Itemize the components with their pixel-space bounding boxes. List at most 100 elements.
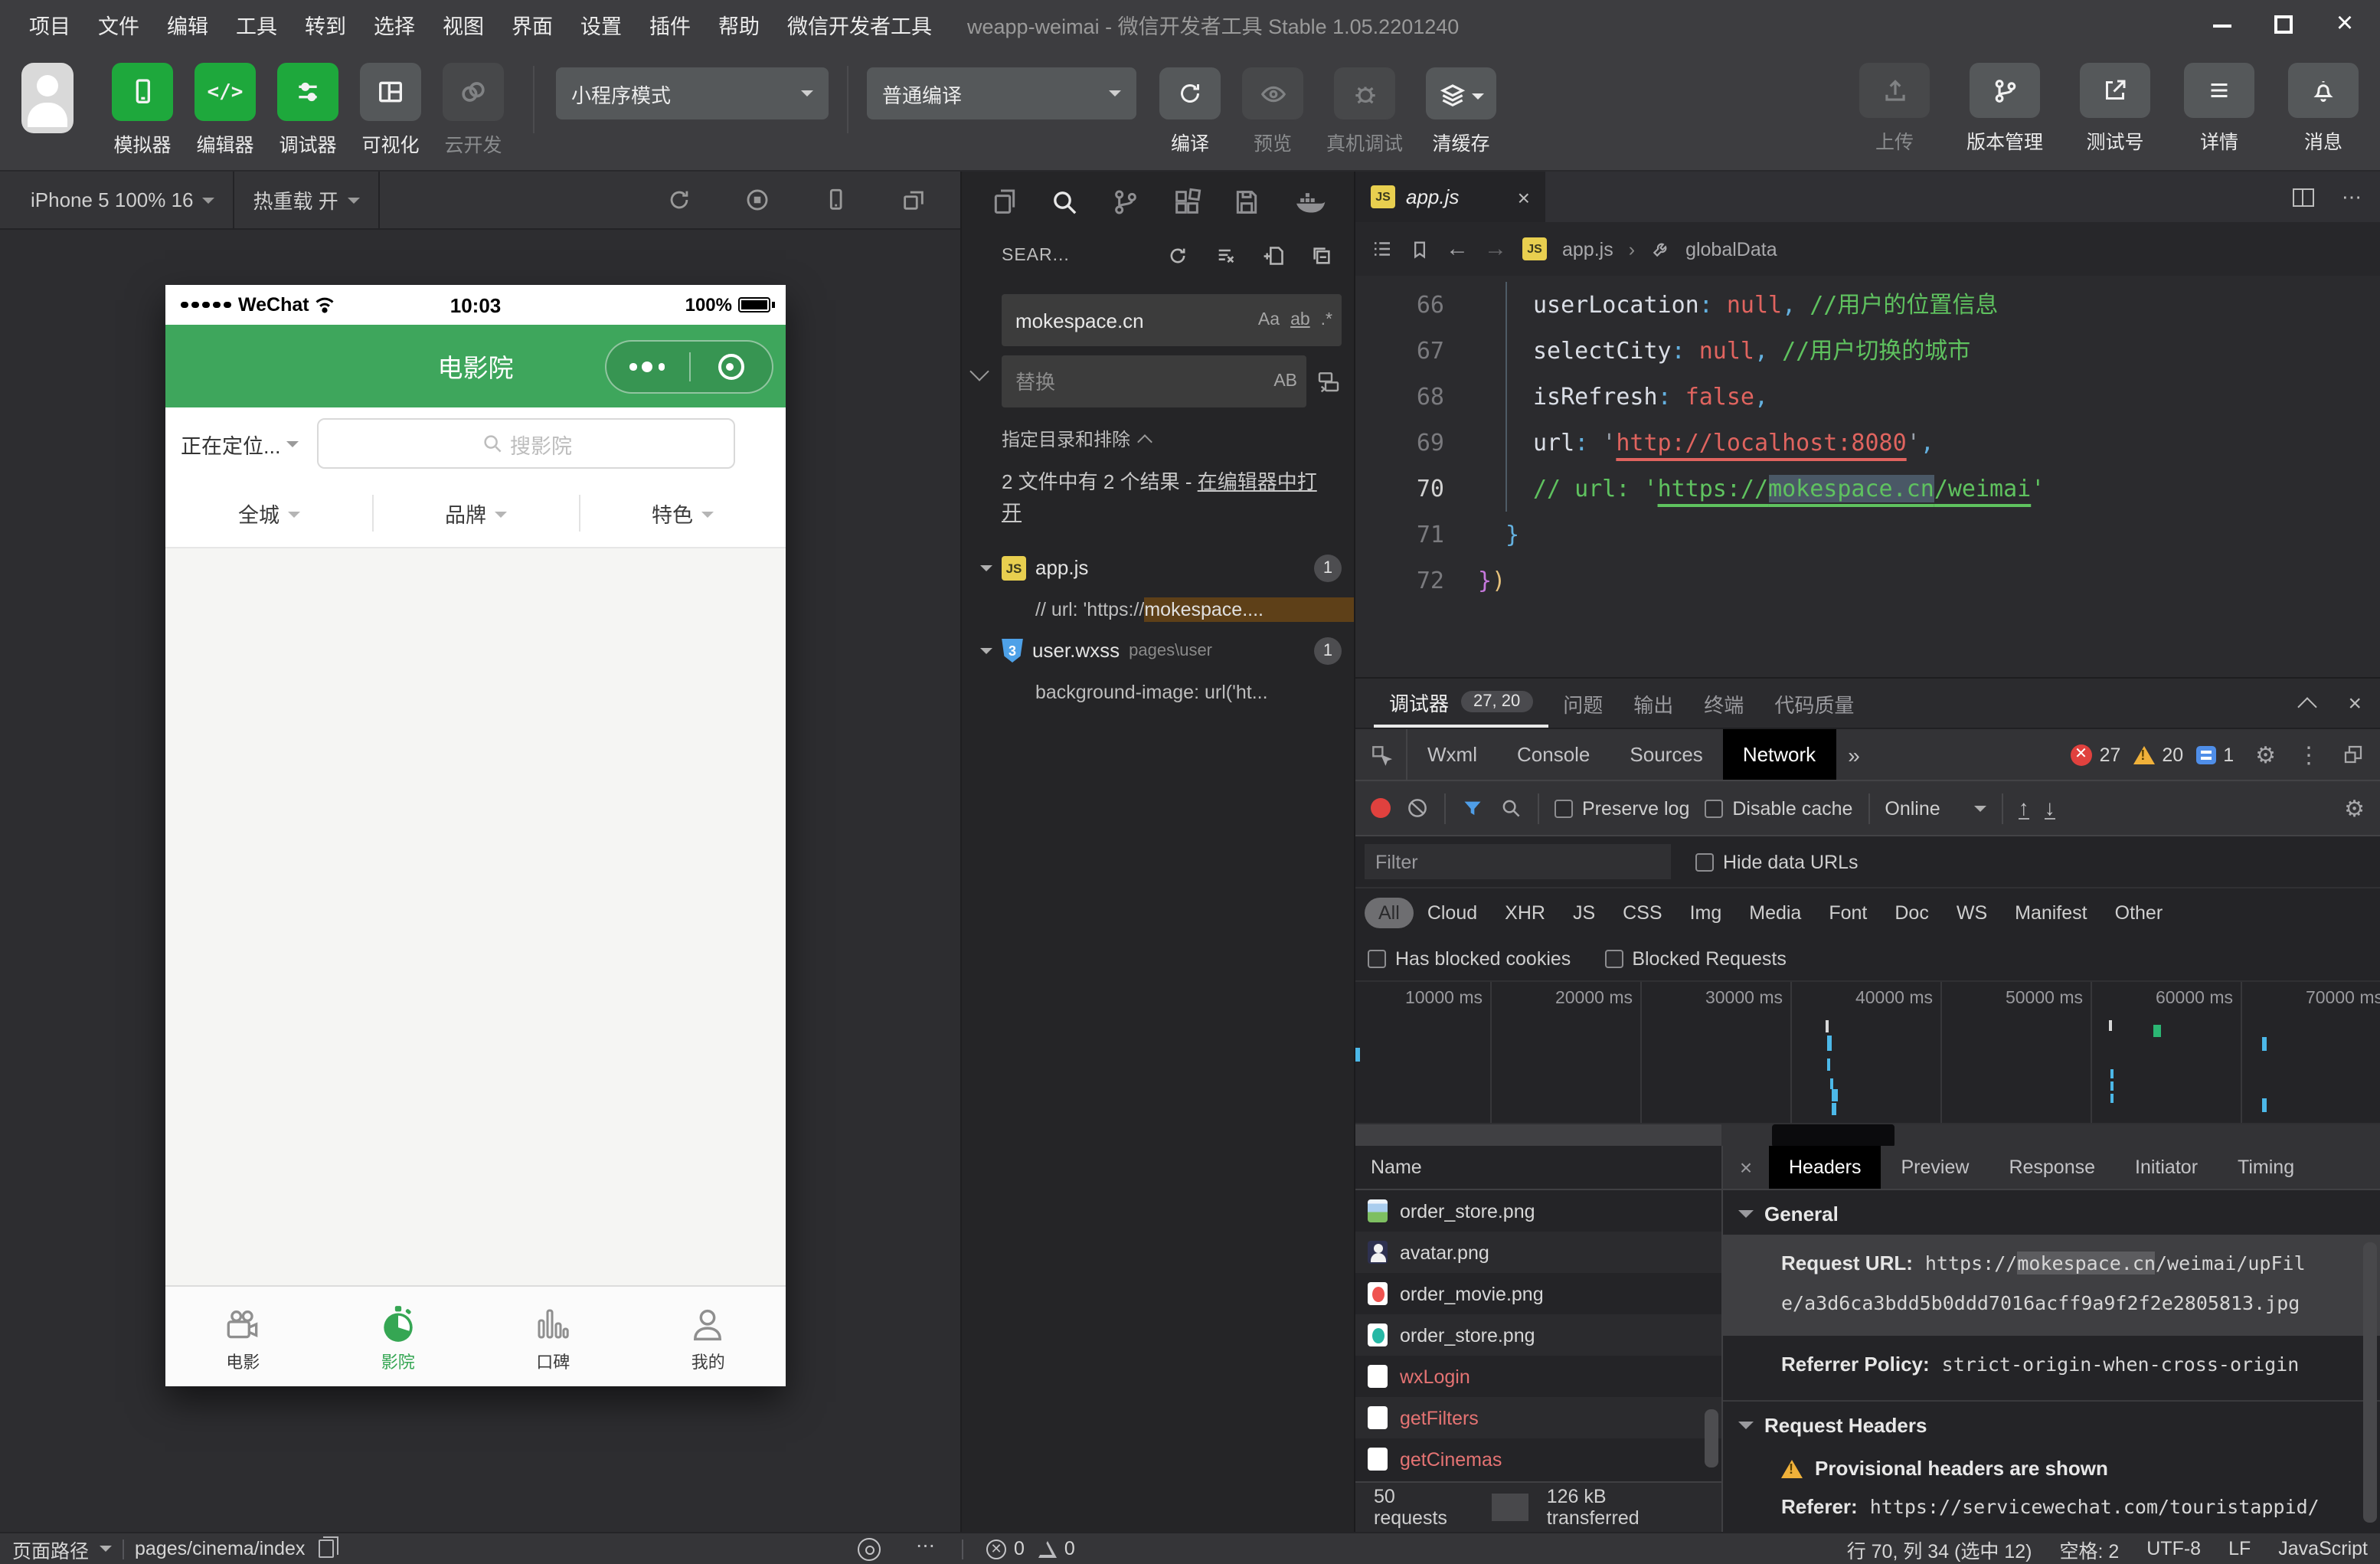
capsule-menu[interactable] — [605, 340, 773, 394]
preserve-log-checkbox[interactable]: Preserve log — [1555, 797, 1689, 819]
collapse-all-icon[interactable] — [1311, 245, 1332, 267]
request-row[interactable]: getCinemas — [1355, 1438, 1721, 1480]
code-editor[interactable]: 66 userLocation: null, //用户的位置信息 67 selectC… — [1355, 276, 2380, 677]
save-icon[interactable] — [1232, 187, 1263, 218]
files-icon[interactable] — [989, 187, 1020, 218]
page-path-dropdown[interactable]: 页面路径 — [12, 1534, 89, 1563]
messages-button[interactable]: 消息 — [2282, 63, 2365, 155]
disable-cache-checkbox[interactable]: Disable cache — [1705, 797, 1852, 819]
devtools-tab-wxml[interactable]: Wxml — [1407, 729, 1497, 780]
tab-movies[interactable]: 电影 — [165, 1287, 321, 1386]
menu-item-帮助[interactable]: 帮助 — [705, 9, 773, 40]
device-frame-icon[interactable] — [822, 187, 848, 213]
cloud-dev-button[interactable]: 云开发 — [432, 63, 515, 158]
tab-output[interactable]: 输出 — [1618, 679, 1689, 728]
replace-all-icon[interactable] — [1316, 369, 1342, 394]
code-line[interactable]: 66 userLocation: null, //用户的位置信息 — [1355, 282, 2380, 328]
outline-list-icon[interactable] — [1371, 237, 1394, 260]
exit-target-icon[interactable] — [690, 354, 772, 380]
docker-icon[interactable] — [1293, 187, 1326, 218]
nav-back-icon[interactable]: ← — [1446, 236, 1469, 262]
preview-button[interactable]: 预览 — [1231, 63, 1314, 156]
simulator-toggle-button[interactable]: 模拟器 — [101, 63, 184, 158]
filter-chip-media[interactable]: Media — [1735, 898, 1815, 928]
breadcrumb-file[interactable]: app.js — [1562, 238, 1613, 260]
request-row[interactable]: getFilters — [1355, 1397, 1721, 1438]
warning-badge-icon[interactable] — [2133, 745, 2155, 764]
dir-exclude-toggle[interactable]: 指定目录和排除 — [962, 407, 1354, 452]
cinema-search-input[interactable]: 搜影院 — [317, 418, 736, 469]
tab-debugger[interactable]: 调试器 27, 20 — [1374, 679, 1548, 728]
preview-eye-icon[interactable] — [858, 1538, 881, 1561]
code-line[interactable]: 68 isRefresh: false, — [1355, 374, 2380, 420]
filter-chip-js[interactable]: JS — [1559, 898, 1609, 928]
replace-input[interactable] — [1002, 355, 1306, 407]
editor-more-icon[interactable]: ⋯ — [2342, 185, 2362, 209]
user-avatar[interactable] — [21, 63, 74, 133]
request-row[interactable]: wxLogin — [1355, 1356, 1721, 1397]
extensions-icon[interactable] — [1172, 187, 1202, 218]
clear-results-icon[interactable] — [1215, 245, 1237, 267]
code-line[interactable]: 71} — [1355, 512, 2380, 558]
blocked-requests-checkbox[interactable]: Blocked Requests — [1604, 948, 1787, 970]
menu-item-项目[interactable]: 项目 — [15, 9, 84, 40]
status-more-icon[interactable]: ⋯ — [916, 1533, 938, 1556]
code-line[interactable]: 67 selectCity: null, //用户切换的城市 — [1355, 328, 2380, 374]
request-row[interactable]: order_movie.png — [1355, 1273, 1721, 1314]
filter-chip-other[interactable]: Other — [2101, 898, 2177, 928]
regex-toggle[interactable]: .* — [1321, 311, 1332, 329]
detail-tab-headers[interactable]: Headers — [1769, 1146, 1881, 1189]
result-match-userwxss[interactable]: background-image: url('ht... — [962, 671, 1354, 712]
visualize-button[interactable]: 可视化 — [349, 63, 432, 158]
filter-chip-xhr[interactable]: XHR — [1491, 898, 1559, 928]
detach-window-icon[interactable] — [901, 187, 927, 213]
detail-tab-preview[interactable]: Preview — [1881, 1146, 1989, 1189]
mode-select[interactable]: 小程序模式 — [556, 67, 829, 119]
undock-icon[interactable] — [2342, 743, 2365, 766]
devtools-tab-sources[interactable]: Sources — [1610, 729, 1722, 780]
locating-dropdown[interactable]: 正在定位... — [181, 428, 299, 459]
devtools-tab-console[interactable]: Console — [1497, 729, 1610, 780]
menu-item-界面[interactable]: 界面 — [498, 9, 567, 40]
network-filter-input[interactable] — [1365, 844, 1671, 879]
close-tab-icon[interactable]: × — [1518, 185, 1530, 209]
debugger-toggle-button[interactable]: 调试器 — [266, 63, 349, 158]
details-button[interactable]: 详情 — [2178, 63, 2261, 155]
tab-problems[interactable]: 问题 — [1548, 679, 1618, 728]
encoding-setting[interactable]: UTF-8 — [2146, 1538, 2201, 1559]
menu-item-视图[interactable]: 视图 — [429, 9, 498, 40]
bookmark-icon[interactable] — [1409, 238, 1430, 260]
clear-network-icon[interactable] — [1406, 797, 1429, 820]
code-line[interactable]: 70 // url: 'https://mokespace.cn/weimai' — [1355, 466, 2380, 512]
open-search-editor-icon[interactable] — [1264, 245, 1285, 267]
devtools-tab-network[interactable]: Network — [1722, 729, 1836, 780]
menu-item-工具[interactable]: 工具 — [222, 9, 291, 40]
filter-chip-img[interactable]: Img — [1676, 898, 1736, 928]
filter-chip-manifest[interactable]: Manifest — [2001, 898, 2101, 928]
request-row[interactable]: order_store.png — [1355, 1190, 1721, 1232]
refresh-results-icon[interactable] — [1167, 245, 1188, 267]
list-scrollbar-thumb[interactable] — [1705, 1409, 1718, 1467]
filter-feature-dropdown[interactable]: 特色 — [579, 479, 786, 547]
indent-setting[interactable]: 空格: 2 — [2059, 1534, 2119, 1563]
filter-chip-cloud[interactable]: Cloud — [1414, 898, 1491, 928]
test-account-button[interactable]: 测试号 — [2074, 63, 2156, 155]
more-tabs-icon[interactable]: » — [1836, 729, 1872, 780]
stop-icon[interactable] — [744, 187, 770, 213]
minimize-button[interactable] — [2212, 14, 2233, 35]
network-search-icon[interactable] — [1499, 797, 1522, 820]
filter-city-dropdown[interactable]: 全城 — [165, 479, 372, 547]
scrollbar-thumb[interactable] — [1772, 1124, 1895, 1147]
blocked-cookies-checkbox[interactable]: Has blocked cookies — [1368, 948, 1571, 970]
menu-item-转到[interactable]: 转到 — [291, 9, 360, 40]
filter-funnel-icon[interactable] — [1461, 797, 1484, 819]
details-scrollbar-thumb[interactable] — [2363, 1242, 2377, 1523]
match-case-toggle[interactable]: Aa — [1258, 311, 1280, 329]
compile-mode-select[interactable]: 普通编译 — [867, 67, 1136, 119]
compile-button[interactable]: 编译 — [1149, 63, 1231, 156]
source-control-icon[interactable] — [1110, 187, 1141, 218]
page-path-value[interactable]: pages/cinema/index — [135, 1538, 305, 1559]
problems-indicator[interactable]: ✕ 0 0 — [986, 1538, 1075, 1559]
result-file-userwxss[interactable]: 3 user.wxss pages\user 1 — [962, 630, 1354, 671]
request-headers-section-header[interactable]: Request Headers — [1723, 1402, 2380, 1446]
